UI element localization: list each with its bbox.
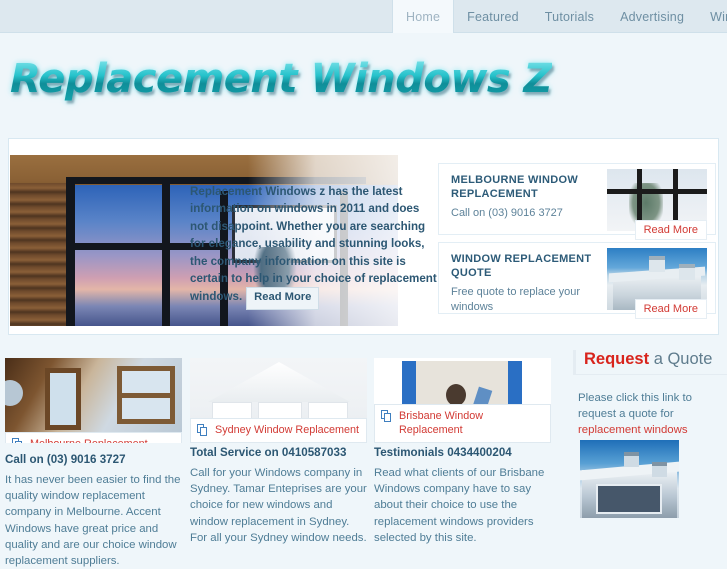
card-link-label: Melbourne Replacement Windows (30, 438, 148, 443)
card-body-text: Read what clients of our Brisbane Window… (374, 467, 545, 544)
copy-link-icon (12, 438, 23, 443)
card-body-text: It has never been easier to find the qua… (5, 474, 181, 568)
nav-item-windows-quote[interactable]: Windows Quote (697, 0, 727, 33)
nav-item-featured[interactable]: Featured (454, 0, 532, 33)
promo-read-more-button[interactable]: Read More (634, 220, 707, 240)
card-link-brisbane[interactable]: Brisbane Window Replacement (374, 404, 551, 443)
hero-read-more-button[interactable]: Read More (246, 287, 320, 310)
promo-read-more-button[interactable]: Read More (634, 299, 707, 319)
nav-item-label: Featured (467, 9, 519, 24)
card-link-label: Brisbane Window Replacement (399, 410, 484, 436)
card-image-melbourne: Melbourne Replacement Windows (5, 358, 182, 443)
card-heading: Total Service on 0410587033 (190, 446, 347, 459)
promo-title: MELBOURNE WINDOW REPLACEMENT (451, 174, 579, 200)
nav-item-label: Windows Quote (710, 9, 727, 24)
card-heading: Testimonials 0434400204 (374, 446, 512, 459)
card-link-label: Sydney Window Replacement (215, 424, 360, 436)
site-header: Replacement Windows Z (0, 36, 727, 134)
main-nav: Home Featured Tutorials Advertising Wind… (392, 0, 727, 33)
nav-item-label: Advertising (620, 9, 685, 24)
copy-link-icon (197, 424, 208, 436)
copy-link-icon (381, 410, 392, 422)
card-image-sydney: Sydney Window Replacement (190, 358, 367, 443)
promo-card-quote[interactable]: WINDOW REPLACEMENT QUOTE Free quote to r… (438, 242, 716, 319)
nav-item-home[interactable]: Home (392, 0, 455, 33)
promo-subtitle: Call on (03) 9016 3727 (451, 207, 563, 219)
nav-item-tutorials[interactable]: Tutorials (532, 0, 607, 33)
card-image-brisbane: Brisbane Window Replacement (374, 358, 551, 443)
quote-section-heading: Request a Quote (573, 350, 727, 375)
quote-body-link[interactable]: replacement windows (578, 424, 688, 436)
window-blind (10, 183, 66, 326)
card-body-text: Call for your Windows company in Sydney.… (190, 467, 367, 544)
nav-item-label: Home (406, 9, 441, 24)
promo-card-melbourne[interactable]: MELBOURNE WINDOW REPLACEMENT Call on (03… (438, 163, 716, 240)
quote-section-body: Please click this link to request a quot… (578, 390, 723, 439)
card-link-melbourne[interactable]: Melbourne Replacement Windows (5, 432, 182, 443)
nav-item-label: Tutorials (544, 9, 595, 24)
content-card-sydney: Sydney Window Replacement Total Service … (190, 358, 367, 544)
quote-heading-red: Request (584, 350, 650, 368)
hero-text-block: Replacement Windows z has the latest inf… (190, 183, 438, 310)
nav-item-advertising[interactable]: Advertising (607, 0, 697, 33)
top-navigation-bar: Home Featured Tutorials Advertising Wind… (0, 0, 727, 33)
hero-paragraph: Replacement Windows z has the latest inf… (190, 185, 437, 304)
content-card-brisbane: Brisbane Window Replacement Testimonials… (374, 358, 551, 544)
card-link-sydney[interactable]: Sydney Window Replacement (190, 418, 367, 443)
quote-body-lead: Please click this link to request a quot… (578, 392, 692, 421)
content-card-melbourne: Melbourne Replacement Windows Call on (0… (5, 358, 182, 567)
promo-title: WINDOW REPLACEMENT QUOTE (451, 253, 592, 279)
quote-image-house (580, 440, 679, 518)
quote-heading-rest: a Quote (649, 350, 713, 368)
promo-subtitle: Free quote to replace your windows (451, 286, 581, 313)
site-logo[interactable]: Replacement Windows Z (10, 56, 553, 102)
card-heading: Call on (03) 9016 3727 (5, 453, 126, 466)
